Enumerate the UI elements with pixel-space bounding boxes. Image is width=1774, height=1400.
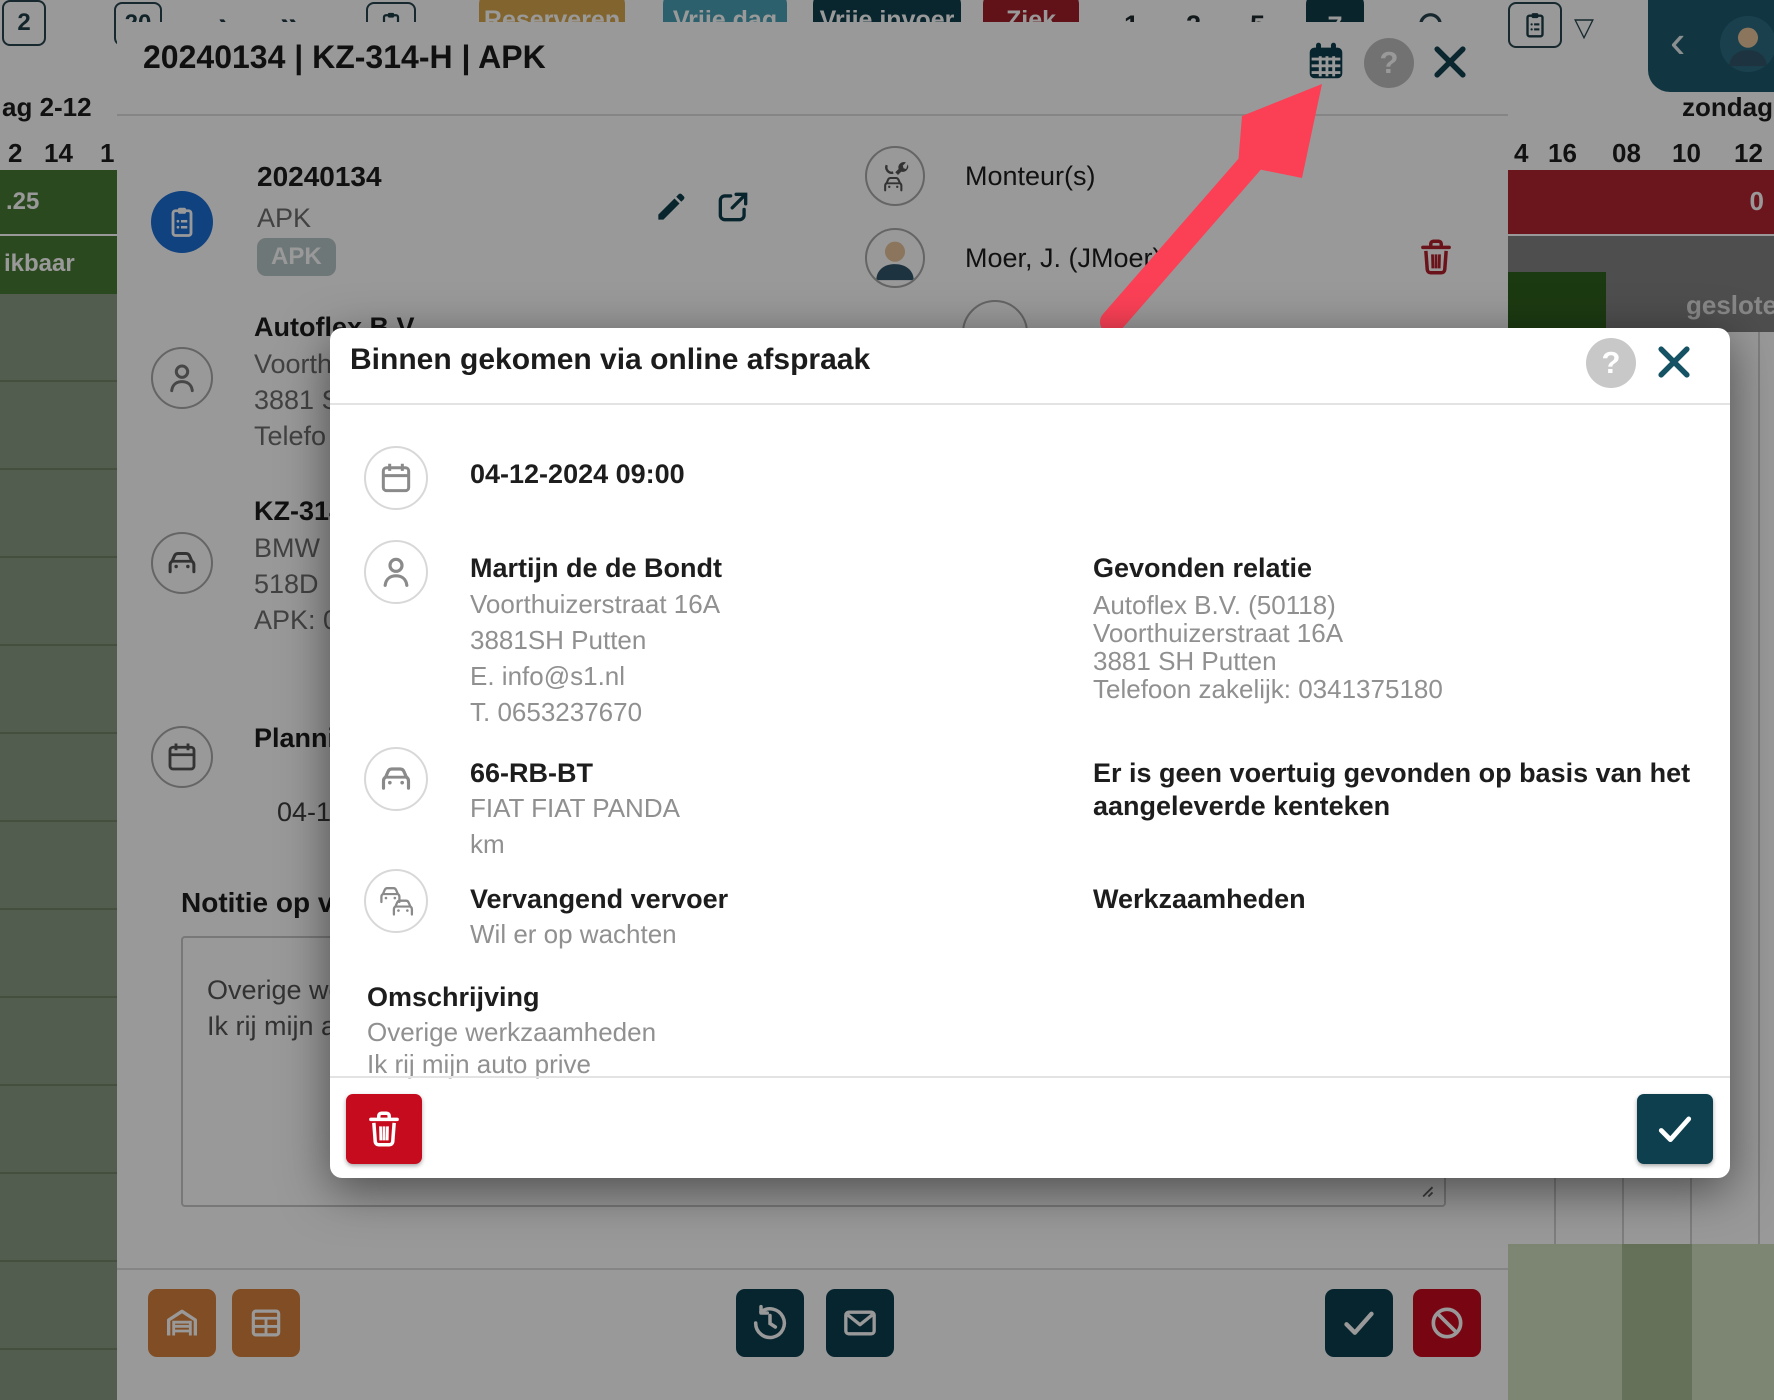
relation-phone: Telefoon zakelijk: 0341375180 bbox=[1093, 674, 1443, 705]
vehicle-km: km bbox=[470, 829, 505, 860]
vehicle-notfound-line: aangeleverde kenteken bbox=[1093, 790, 1390, 822]
online-appointment-modal: Binnen gekomen via online afspraak ? 04-… bbox=[330, 328, 1730, 1178]
customer-icon bbox=[364, 540, 428, 604]
vehicle-model: FIAT FIAT PANDA bbox=[470, 793, 680, 824]
relation-company: Autoflex B.V. (50118) bbox=[1093, 590, 1336, 621]
appointment-datetime: 04-12-2024 09:00 bbox=[470, 458, 685, 490]
relation-street: Voorthuizerstraat 16A bbox=[1093, 618, 1343, 649]
datetime-icon bbox=[364, 446, 428, 510]
description-label: Omschrijving bbox=[367, 981, 540, 1013]
calendar-icon bbox=[377, 459, 415, 497]
footer-divider bbox=[330, 1076, 1730, 1078]
customer-email: E. info@s1.nl bbox=[470, 661, 625, 692]
customer-phone: T. 0653237670 bbox=[470, 697, 642, 728]
close-icon[interactable] bbox=[1652, 340, 1696, 384]
check-icon bbox=[1653, 1107, 1697, 1151]
screen: 2 20 › » Reserveren Vrije dag Vrije invo… bbox=[0, 0, 1774, 1400]
relation-label: Gevonden relatie bbox=[1093, 552, 1312, 584]
vehicle-notfound-line: Er is geen voertuig gevonden op basis va… bbox=[1093, 757, 1690, 789]
customer-name: Martijn de de Bondt bbox=[470, 552, 722, 584]
help-icon[interactable]: ? bbox=[1586, 338, 1636, 388]
delete-appointment-button[interactable] bbox=[346, 1094, 422, 1164]
vehicle-plate: 66-RB-BT bbox=[470, 757, 593, 789]
appointment-title: Binnen gekomen via online afspraak bbox=[350, 342, 870, 378]
transport-label: Vervangend vervoer bbox=[470, 883, 728, 915]
description-line: Overige werkzaamheden bbox=[367, 1017, 656, 1048]
work-label: Werkzaamheden bbox=[1093, 883, 1306, 915]
person-icon bbox=[376, 552, 416, 592]
trash-icon bbox=[363, 1108, 405, 1150]
cars-icon bbox=[376, 881, 416, 921]
customer-city: 3881SH Putten bbox=[470, 625, 646, 656]
customer-street: Voorthuizerstraat 16A bbox=[470, 589, 720, 620]
accept-appointment-button[interactable] bbox=[1637, 1094, 1713, 1164]
vehicle-icon bbox=[364, 747, 428, 811]
transport-value: Wil er op wachten bbox=[470, 919, 677, 950]
car-icon bbox=[376, 759, 416, 799]
relation-city: 3881 SH Putten bbox=[1093, 646, 1277, 677]
transport-icon bbox=[364, 869, 428, 933]
header-divider bbox=[330, 403, 1730, 405]
